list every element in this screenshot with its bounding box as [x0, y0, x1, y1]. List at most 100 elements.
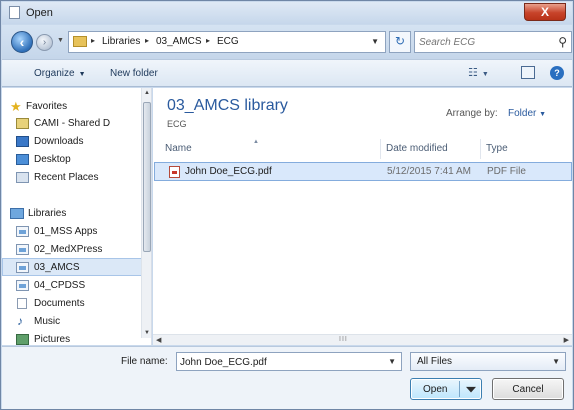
address-row: ‹ › ▼ ▸ Libraries ▸ 03_AMCS ▸ ECG ▼ ↻ ⚲: [2, 25, 572, 59]
sidebar-item-label: Documents: [34, 298, 85, 309]
chevron-down-icon: ▼: [78, 71, 86, 78]
sidebar-item-downloads[interactable]: Downloads: [2, 133, 142, 151]
preview-pane-icon[interactable]: [521, 66, 535, 79]
breadcrumb-libraries[interactable]: Libraries: [102, 36, 140, 47]
breadcrumb-separator-icon[interactable]: ▸: [145, 36, 149, 45]
sidebar-item-label: Recent Places: [34, 172, 99, 183]
sidebar-item-recent-places[interactable]: Recent Places: [2, 169, 142, 187]
sidebar-item-documents[interactable]: Documents: [2, 295, 142, 313]
sidebar-item-pictures[interactable]: Pictures: [2, 331, 142, 345]
file-type-value: All Files: [417, 356, 453, 367]
close-button[interactable]: X: [524, 3, 566, 21]
navigation-scrollbar[interactable]: ▲ ▼: [141, 88, 151, 338]
library-icon: [16, 262, 29, 273]
breadcrumb-separator-icon[interactable]: ▸: [91, 36, 95, 45]
library-icon: [16, 280, 29, 291]
split-divider: [459, 381, 460, 397]
change-view-button[interactable]: ☷ ▼: [468, 66, 489, 79]
file-list-horizontal-scrollbar[interactable]: ◀ III ▶: [153, 334, 572, 345]
help-icon[interactable]: ?: [550, 66, 564, 80]
pictures-icon: [16, 334, 29, 345]
chevron-down-icon: ▼: [539, 111, 547, 118]
file-type-select[interactable]: All Files ▼: [410, 352, 566, 371]
document-icon: [9, 6, 20, 19]
chevron-down-icon: ▼: [552, 357, 560, 366]
column-header-date-modified[interactable]: Date modified: [386, 143, 448, 154]
chevron-down-icon: ▼: [481, 71, 489, 78]
sidebar-item-cami-shared[interactable]: CAMI - Shared D: [2, 115, 142, 133]
sidebar-item-label: Downloads: [34, 136, 84, 147]
sidebar-item-label: 01_MSS Apps: [34, 226, 98, 237]
title-bar[interactable]: Open X: [2, 2, 572, 24]
sidebar-libraries-header[interactable]: Libraries: [2, 205, 142, 223]
sidebar-item-01-mss-apps[interactable]: 01_MSS Apps: [2, 223, 142, 241]
cancel-button-label: Cancel: [512, 384, 544, 395]
table-row[interactable]: John Doe_ECG.pdf 5/12/2015 7:41 AM PDF F…: [154, 162, 572, 181]
arrange-by-dropdown[interactable]: Folder ▼: [508, 108, 546, 119]
sidebar-favorites-header[interactable]: ★ Favorites: [2, 98, 142, 116]
sidebar-item-04-cpdss[interactable]: 04_CPDSS: [2, 277, 142, 295]
sidebar-item-label: 04_CPDSS: [34, 280, 86, 291]
column-divider[interactable]: [380, 139, 381, 159]
scroll-up-icon[interactable]: ▲: [144, 90, 150, 96]
search-icon[interactable]: ⚲: [558, 35, 567, 49]
arrange-by-value: Folder: [508, 108, 537, 119]
network-folder-icon: [16, 118, 29, 129]
file-name-label: File name:: [121, 356, 168, 367]
sidebar-item-label: Music: [34, 316, 61, 327]
libraries-icon: [10, 208, 24, 219]
navigation-pane[interactable]: ★ Favorites CAMI - Shared D Downloads De…: [2, 88, 152, 345]
sidebar-item-desktop[interactable]: Desktop: [2, 151, 142, 169]
new-folder-button[interactable]: New folder: [110, 68, 158, 79]
command-toolbar: Organize ▼ New folder ☷ ▼ ?: [2, 59, 572, 87]
breadcrumb-03-amcs[interactable]: 03_AMCS: [156, 36, 202, 47]
address-bar[interactable]: ▸ Libraries ▸ 03_AMCS ▸ ECG ▼: [68, 31, 386, 53]
library-subtitle: ECG: [167, 119, 187, 129]
sidebar-item-music[interactable]: ♪ Music: [2, 313, 142, 331]
column-header-type[interactable]: Type: [486, 143, 508, 154]
organize-label: Organize: [34, 68, 75, 79]
organize-button[interactable]: Organize ▼: [34, 68, 86, 79]
back-arrow-icon[interactable]: ‹: [11, 31, 33, 53]
folder-icon: [73, 36, 87, 47]
open-options-dropdown-icon[interactable]: [466, 386, 476, 393]
file-name-combobox[interactable]: ▼: [176, 352, 402, 371]
recent-places-icon: [16, 172, 29, 183]
music-icon: ♪: [17, 314, 23, 328]
documents-icon: [17, 298, 27, 309]
refresh-button[interactable]: ↻: [389, 31, 411, 53]
sidebar-item-02-medxpress[interactable]: 02_MedXPress: [2, 241, 142, 259]
downloads-icon: [16, 136, 29, 147]
open-button-label: Open: [423, 384, 448, 395]
search-input[interactable]: [419, 34, 549, 50]
forward-arrow-icon[interactable]: ›: [36, 34, 53, 51]
recent-locations-dropdown-icon[interactable]: ▼: [57, 37, 64, 44]
cancel-button[interactable]: Cancel: [492, 378, 564, 400]
desktop-icon: [16, 154, 29, 165]
library-title: 03_AMCS library: [167, 97, 288, 114]
address-dropdown-icon[interactable]: ▼: [371, 37, 379, 46]
sidebar-item-03-amcs[interactable]: 03_AMCS: [2, 258, 142, 276]
open-file-dialog: Open X ‹ › ▼ ▸ Libraries ▸ 03_AMCS ▸ ECG…: [0, 0, 574, 410]
scroll-right-icon[interactable]: ▶: [564, 336, 569, 344]
column-divider[interactable]: [480, 139, 481, 159]
window-title: Open: [26, 7, 53, 19]
breadcrumb-separator-icon[interactable]: ▸: [206, 36, 210, 45]
scroll-down-icon[interactable]: ▼: [144, 330, 150, 336]
chevron-down-icon[interactable]: ▼: [388, 357, 396, 366]
column-header-name[interactable]: Name: [165, 143, 192, 154]
file-list-pane[interactable]: 03_AMCS library ECG Arrange by: Folder ▼…: [153, 88, 572, 334]
file-name-input[interactable]: [180, 355, 376, 369]
scrollbar-grip[interactable]: III: [339, 336, 348, 343]
scrollbar-thumb[interactable]: [143, 102, 151, 252]
scroll-left-icon[interactable]: ◀: [156, 336, 161, 344]
sidebar-item-label: Desktop: [34, 154, 71, 165]
views-icon: ☷: [468, 67, 478, 79]
open-button[interactable]: Open: [410, 378, 482, 400]
search-box[interactable]: ⚲: [414, 31, 572, 53]
breadcrumb-ecg[interactable]: ECG: [217, 36, 239, 47]
sidebar-item-label: 02_MedXPress: [34, 244, 103, 255]
sidebar-item-label: Pictures: [34, 334, 71, 345]
sort-indicator-icon: ▲: [253, 139, 259, 145]
sidebar-section-label: Libraries: [28, 208, 67, 219]
